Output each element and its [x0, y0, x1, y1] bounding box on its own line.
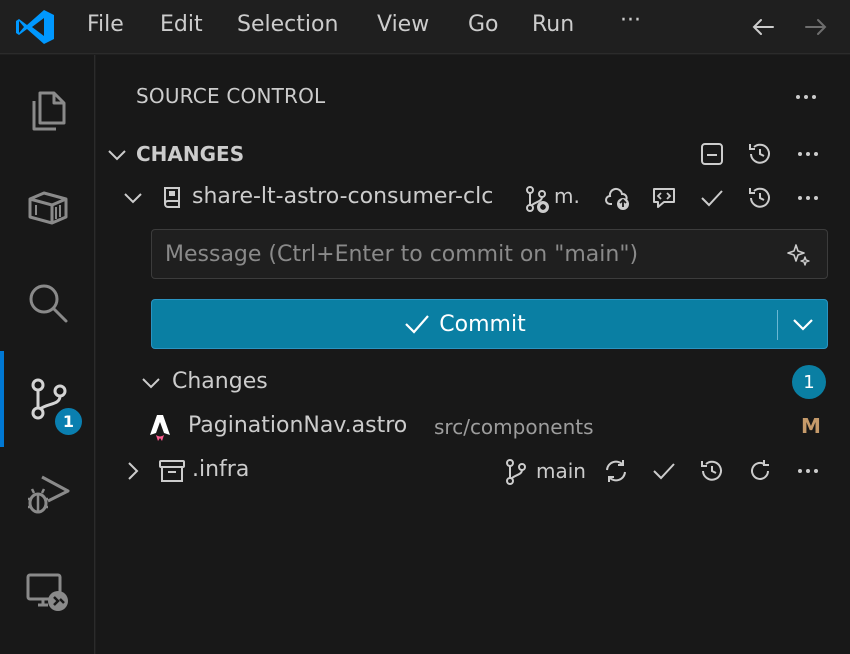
cloud-upload-icon — [605, 187, 629, 210]
repo-history-button[interactable] — [744, 182, 776, 214]
repository-row-infra[interactable]: .infra main — [96, 449, 850, 493]
chevron-right-icon[interactable] — [122, 460, 144, 482]
changes-count-badge: 1 — [792, 365, 826, 399]
forward-arrow-icon[interactable] — [801, 12, 831, 42]
repo-icon — [164, 187, 180, 208]
commit-separator — [777, 310, 778, 340]
file-path: src/components — [434, 415, 594, 439]
title-bar: File Edit Selection View Go Run ··· — [0, 0, 850, 54]
source-control-panel: SOURCE CONTROL CHANGES share-lt-astro-co… — [96, 55, 850, 654]
history-icon — [749, 143, 770, 164]
file-status: M — [801, 414, 821, 438]
files-icon — [32, 91, 65, 131]
search-button[interactable] — [0, 255, 95, 351]
commit-button-group: Commit — [151, 299, 828, 349]
more-icon — [798, 196, 818, 200]
run-debug-icon — [27, 475, 69, 514]
check-icon — [653, 463, 675, 480]
sync-button[interactable] — [600, 455, 632, 487]
branch-name[interactable]: m. — [554, 184, 580, 208]
remote-explorer-button[interactable] — [0, 543, 95, 639]
menu-run[interactable]: Run — [532, 12, 574, 37]
sparkle-icon[interactable] — [786, 242, 812, 268]
menu-view[interactable]: View — [377, 12, 429, 37]
menu-more-button[interactable]: ··· — [620, 8, 641, 33]
refresh-button[interactable] — [744, 455, 776, 487]
changes-section-header[interactable]: CHANGES — [96, 135, 850, 173]
git-branch-icon[interactable] — [522, 184, 552, 214]
package-icon — [28, 191, 67, 225]
chevron-down-icon — [108, 150, 126, 161]
remote-explorer-icon — [26, 573, 68, 611]
sync-icon — [606, 460, 626, 482]
repository-name: share-lt-astro-consumer-clc — [192, 184, 494, 209]
menu-file[interactable]: File — [87, 12, 124, 37]
branch-name-infra[interactable]: main — [536, 459, 586, 483]
search-icon — [29, 284, 67, 323]
commit-message-input[interactable] — [152, 230, 782, 278]
commit-message-box — [151, 229, 828, 279]
commit-dropdown-button[interactable] — [779, 300, 827, 348]
comment-code-icon — [653, 188, 675, 208]
section-more-button[interactable] — [792, 138, 824, 170]
history-icon — [749, 187, 770, 208]
view-changes-button[interactable] — [648, 182, 680, 214]
more-icon — [798, 469, 818, 473]
commit-check-button-infra[interactable] — [648, 455, 680, 487]
run-debug-button[interactable] — [0, 447, 95, 543]
commit-check-button[interactable] — [696, 182, 728, 214]
explorer-button[interactable] — [0, 63, 95, 159]
astro-file-icon — [150, 415, 170, 441]
check-icon — [701, 190, 723, 207]
changes-group-row[interactable]: Changes — [96, 361, 850, 405]
chevron-down-icon[interactable] — [122, 187, 144, 209]
repository-row[interactable]: share-lt-astro-consumer-clc m. — [96, 176, 850, 220]
history-icon — [701, 460, 722, 481]
extensions-button[interactable] — [0, 159, 95, 255]
section-title: CHANGES — [136, 142, 245, 166]
menu-edit[interactable]: Edit — [160, 12, 203, 37]
menu-go[interactable]: Go — [468, 12, 499, 37]
vscode-logo-icon[interactable] — [14, 8, 56, 46]
repo-more-button[interactable] — [792, 182, 824, 214]
panel-title: SOURCE CONTROL — [136, 84, 326, 108]
changed-file-row[interactable]: PaginationNav.astro src/components M — [96, 405, 850, 449]
collapse-all-icon — [701, 143, 723, 165]
collapse-all-button[interactable] — [696, 138, 728, 170]
publish-button[interactable] — [602, 182, 634, 214]
activity-bar: 1 — [0, 55, 95, 654]
refresh-icon — [751, 460, 769, 480]
more-icon — [796, 95, 816, 99]
check-icon — [405, 315, 430, 334]
panel-more-button[interactable] — [790, 81, 822, 113]
file-name: PaginationNav.astro — [188, 413, 408, 438]
history-button-infra[interactable] — [696, 455, 728, 487]
repo-more-button-infra[interactable] — [792, 455, 824, 487]
menu-selection[interactable]: Selection — [237, 12, 338, 37]
archive-icon — [159, 460, 185, 482]
scm-count-badge: 1 — [53, 406, 84, 437]
commit-label: Commit — [439, 311, 526, 337]
changes-group-label: Changes — [172, 369, 268, 394]
commit-button[interactable]: Commit — [152, 300, 777, 348]
source-control-button[interactable]: 1 — [0, 351, 95, 447]
history-button[interactable] — [744, 138, 776, 170]
more-icon — [798, 152, 818, 156]
chevron-down-icon — [793, 319, 813, 331]
git-branch-icon[interactable] — [502, 457, 530, 487]
chevron-down-icon[interactable] — [140, 372, 162, 394]
back-arrow-icon[interactable] — [748, 12, 778, 42]
repository-name-infra: .infra — [192, 457, 250, 482]
